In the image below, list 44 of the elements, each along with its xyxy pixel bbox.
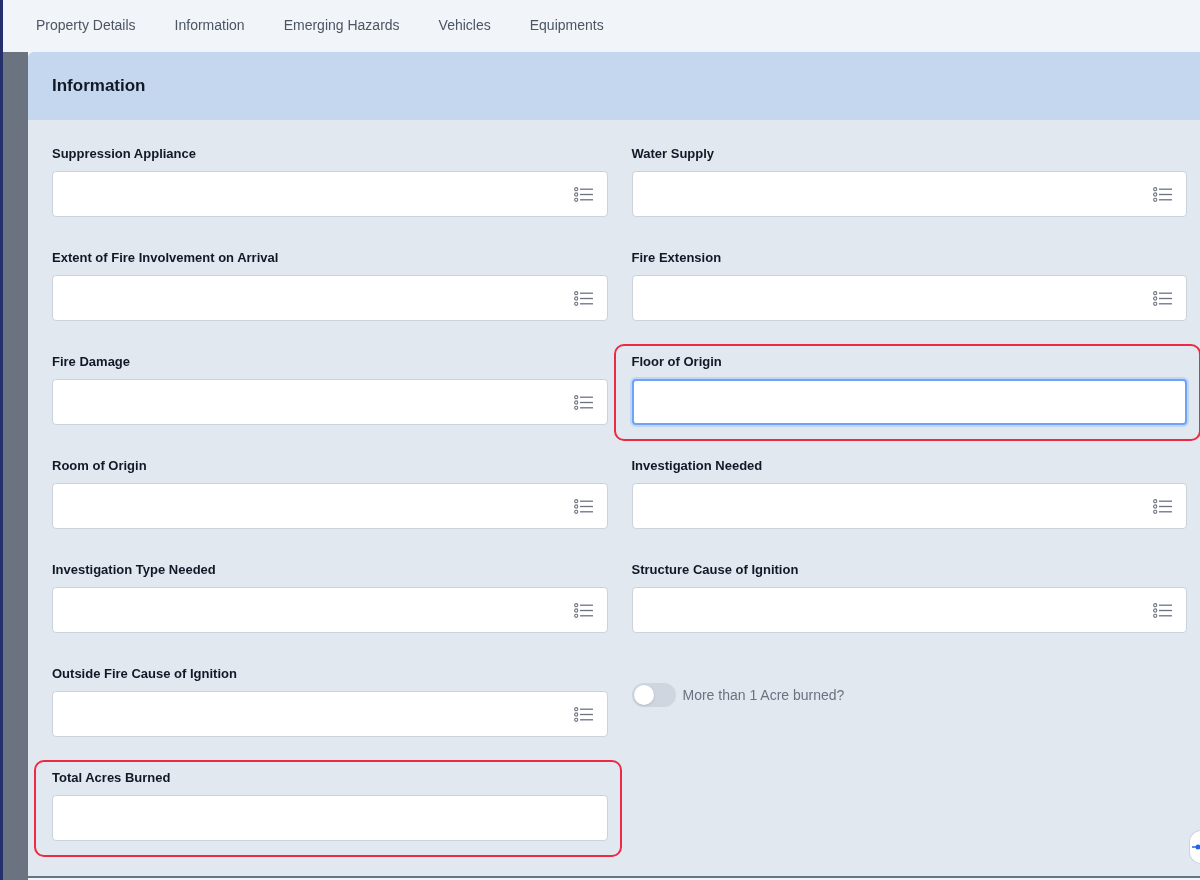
list-icon [1153, 602, 1172, 618]
select-field[interactable] [52, 171, 608, 217]
section-title: Information [52, 75, 146, 98]
tab[interactable]: Property Details [36, 11, 136, 41]
floating-action-button[interactable] [1189, 830, 1200, 864]
tab[interactable]: Equipments [529, 11, 604, 41]
field-label: Total Acres Burned [52, 770, 171, 786]
tab[interactable]: Vehicles [438, 11, 491, 41]
field-label: Fire Extension [631, 250, 722, 266]
tab[interactable]: Information [174, 11, 245, 41]
field-label: Structure Cause of Ignition [631, 562, 799, 578]
select-field[interactable] [631, 275, 1187, 321]
list-icon [573, 706, 593, 722]
list-icon [573, 186, 593, 202]
text-field[interactable] [52, 795, 608, 841]
select-field[interactable] [631, 483, 1187, 529]
field-label: Room of Origin [52, 458, 147, 474]
field-label: Investigation Needed [631, 458, 763, 474]
connector-icon [1192, 844, 1200, 850]
field-label: Floor of Origin [631, 354, 722, 370]
list-icon [573, 498, 593, 514]
field-label: Suppression Appliance [52, 146, 196, 162]
select-field[interactable] [631, 587, 1187, 633]
text-field[interactable] [631, 379, 1187, 425]
list-icon [1153, 290, 1172, 306]
field-label: Investigation Type Needed [52, 562, 216, 578]
list-icon [573, 602, 593, 618]
select-field[interactable] [631, 171, 1187, 217]
list-icon [573, 290, 593, 306]
select-field[interactable] [52, 483, 608, 529]
list-icon [1153, 498, 1172, 514]
field-label: Water Supply [631, 146, 715, 162]
toggle-switch[interactable] [631, 683, 676, 707]
toggle-label: More than 1 Acre burned? [682, 685, 845, 705]
field-label: Outside Fire Cause of Ignition [52, 666, 237, 682]
list-icon [573, 394, 593, 410]
select-field[interactable] [52, 691, 608, 737]
select-field[interactable] [52, 379, 608, 425]
tab[interactable]: Emerging Hazards [283, 11, 400, 41]
list-icon [1153, 186, 1172, 202]
field-label: Extent of Fire Involvement on Arrival [52, 250, 279, 266]
select-field[interactable] [52, 275, 608, 321]
select-field[interactable] [52, 587, 608, 633]
field-label: Fire Damage [52, 354, 131, 370]
